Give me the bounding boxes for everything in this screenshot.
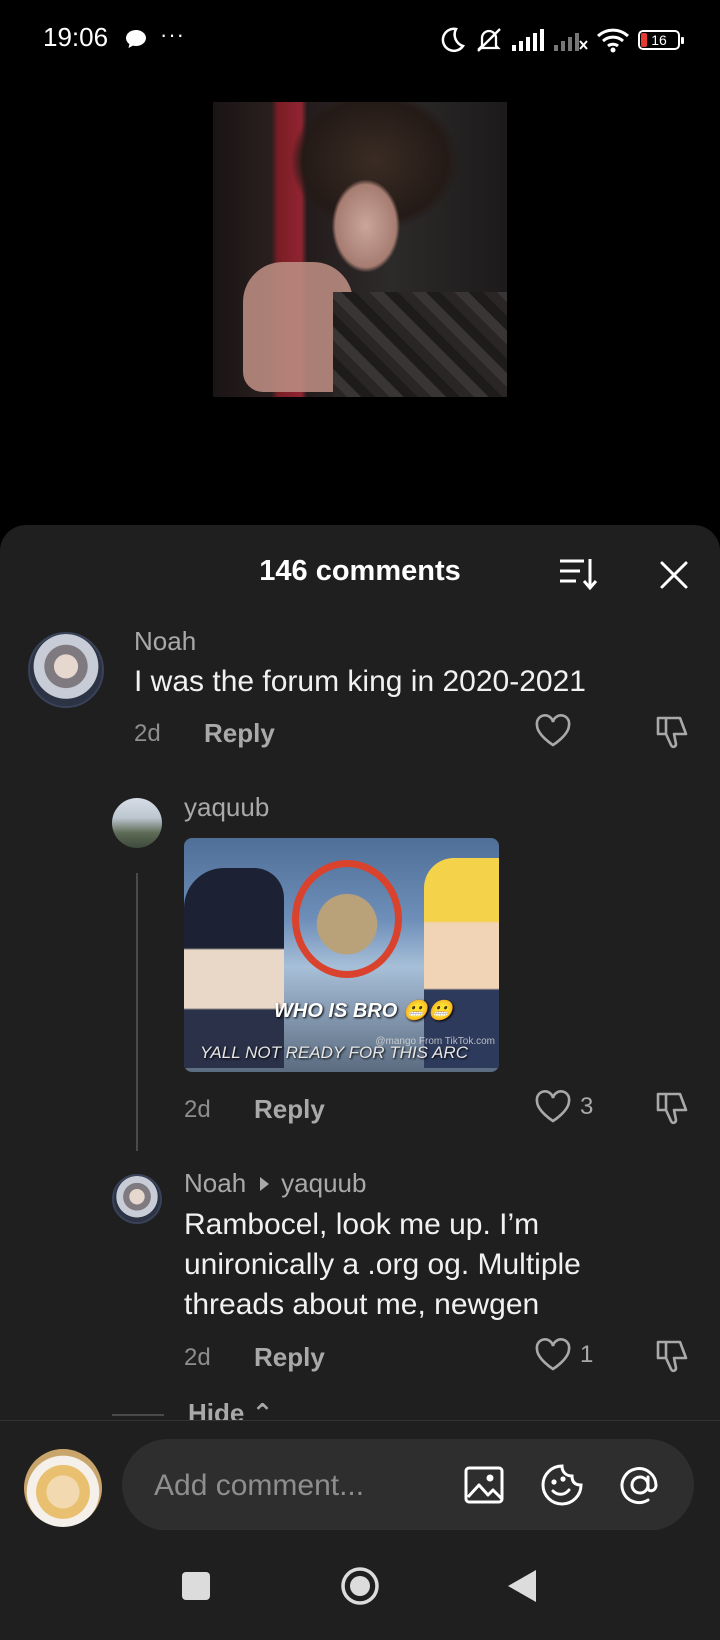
hide-replies-button[interactable]: Hide ⌃ bbox=[188, 1398, 273, 1420]
image-icon[interactable] bbox=[462, 1463, 506, 1507]
heart-icon bbox=[535, 1090, 571, 1123]
comment-username[interactable]: yaquub bbox=[184, 792, 269, 823]
comment-username[interactable]: Noah bbox=[184, 1168, 246, 1198]
heart-icon bbox=[535, 1338, 571, 1371]
reply-to-arrow-icon bbox=[260, 1177, 270, 1192]
reply-button[interactable]: Reply bbox=[204, 718, 275, 749]
comment-input-pill[interactable] bbox=[122, 1439, 694, 1533]
like-button[interactable] bbox=[534, 714, 580, 748]
emoji-icon[interactable] bbox=[540, 1463, 584, 1507]
like-button[interactable]: 3 bbox=[534, 1090, 593, 1124]
comments-count-title: 146 comments bbox=[259, 555, 461, 587]
meme-caption-top: WHO IS BRO 😬😬 bbox=[274, 1000, 453, 1022]
avatar[interactable] bbox=[112, 1174, 162, 1224]
mute-icon bbox=[477, 28, 501, 52]
signal-icon bbox=[512, 29, 544, 51]
hide-replies-row[interactable]: Hide ⌃ bbox=[112, 1398, 412, 1420]
meme-watermark: @mango From TikTok.com bbox=[375, 1036, 495, 1047]
signal-icon bbox=[554, 33, 588, 51]
meme-character bbox=[184, 868, 284, 1068]
reply-button[interactable]: Reply bbox=[254, 1342, 325, 1373]
battery-icon: 16 bbox=[638, 30, 684, 50]
status-icons: 16 bbox=[438, 22, 684, 58]
reply-to-username[interactable]: yaquub bbox=[281, 1168, 366, 1198]
like-button[interactable]: 1 bbox=[534, 1338, 593, 1372]
comment-composer bbox=[0, 1420, 720, 1533]
avatar[interactable] bbox=[112, 798, 162, 848]
like-count: 1 bbox=[580, 1341, 594, 1368]
status-more: ··· bbox=[160, 22, 185, 47]
comment-text: Rambocel, look me up. I’m unironically a… bbox=[184, 1208, 581, 1321]
comment-image[interactable]: WHO IS BRO 😬😬 YALL NOT READY FOR THIS AR… bbox=[184, 838, 499, 1072]
meme-character bbox=[292, 860, 402, 978]
chat-bubble-icon bbox=[126, 30, 146, 48]
photo-shirt bbox=[333, 292, 507, 397]
comment-time: 2d bbox=[184, 1096, 211, 1123]
system-nav-bar bbox=[0, 1530, 720, 1640]
wifi-icon bbox=[596, 28, 630, 53]
at-icon[interactable] bbox=[618, 1463, 662, 1507]
avatar[interactable] bbox=[28, 632, 104, 708]
nav-home-icon[interactable] bbox=[340, 1566, 380, 1606]
sort-icon[interactable] bbox=[558, 555, 598, 591]
dislike-icon[interactable] bbox=[654, 1338, 692, 1374]
comment-time: 2d bbox=[184, 1344, 211, 1371]
video-thumbnail[interactable] bbox=[213, 102, 507, 397]
status-time: 19:06 bbox=[43, 22, 109, 52]
hide-divider bbox=[112, 1414, 164, 1416]
comment-username[interactable]: Noah bbox=[134, 626, 196, 657]
moon-icon bbox=[441, 27, 465, 53]
comment-input[interactable] bbox=[152, 1439, 426, 1533]
nav-back-icon[interactable] bbox=[506, 1568, 538, 1604]
thread-line bbox=[136, 873, 138, 1151]
like-count: 3 bbox=[580, 1093, 594, 1120]
close-icon[interactable] bbox=[656, 557, 692, 593]
comment-username-line: Noah yaquub bbox=[184, 1168, 366, 1199]
status-bar: 19:06 ··· 16 bbox=[0, 0, 720, 80]
dislike-icon[interactable] bbox=[654, 714, 692, 750]
comment-time: 2d bbox=[134, 720, 161, 747]
heart-icon bbox=[535, 714, 571, 747]
comment-text: I was the forum king in 2020-2021 bbox=[134, 665, 586, 698]
dislike-icon[interactable] bbox=[654, 1090, 692, 1126]
reply-button[interactable]: Reply bbox=[254, 1094, 325, 1125]
nav-square-icon[interactable] bbox=[180, 1570, 212, 1602]
my-avatar[interactable] bbox=[24, 1449, 102, 1527]
